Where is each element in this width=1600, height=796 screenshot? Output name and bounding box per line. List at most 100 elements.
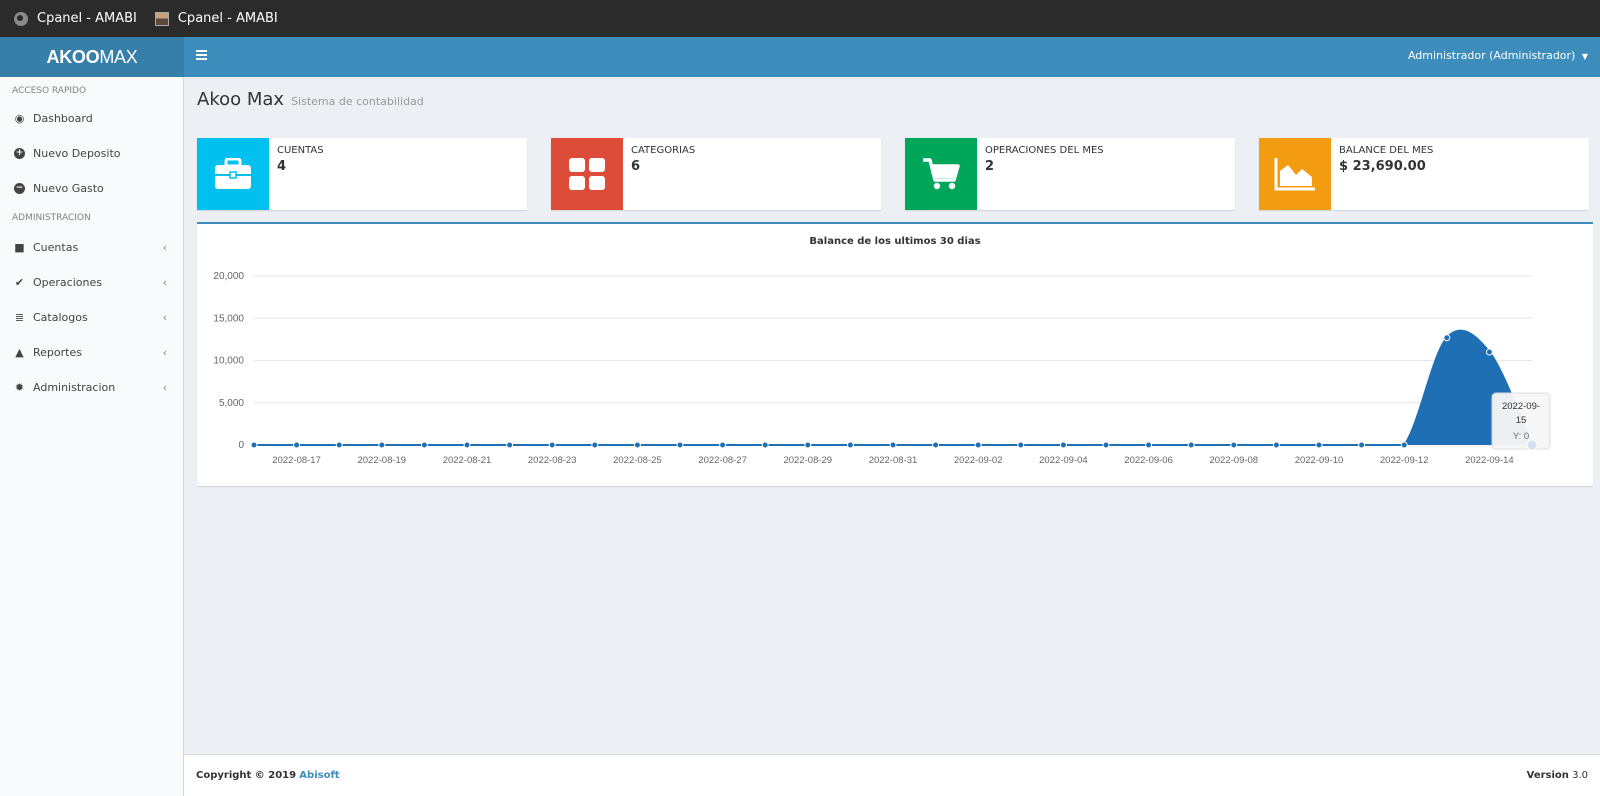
sidebar-item-label: Dashboard: [33, 112, 93, 125]
data-point: [378, 441, 386, 449]
y-tick-label: 0: [238, 440, 244, 451]
gear-icon: ✹: [14, 381, 25, 394]
browser-tab-label: Cpanel - AMABI: [37, 11, 137, 26]
page-title: Akoo Max: [197, 89, 285, 110]
data-point: [974, 441, 982, 449]
series-line: [254, 329, 1533, 446]
x-tick-label: 2022-09-02: [954, 455, 1003, 466]
data-point: [506, 441, 514, 449]
infobox-label: CUENTAS: [277, 145, 324, 156]
logo[interactable]: AKOO MAX: [0, 37, 184, 77]
sidebar-item-label: Catalogos: [33, 311, 88, 324]
data-point: [889, 441, 897, 449]
area-chart-icon: ▲: [15, 346, 24, 359]
data-point: [335, 441, 343, 449]
infobox-value: 6: [631, 159, 641, 174]
y-tick-label: 20,000: [213, 271, 244, 282]
sidebar-section-header: ACCESO RAPIDO: [12, 86, 87, 96]
database-icon: ≣: [14, 311, 25, 324]
sidebar-item-label: Cuentas: [33, 241, 79, 254]
chevron-left-icon: ‹: [162, 346, 167, 359]
area-chart-icon: [1259, 138, 1331, 210]
data-point: [1230, 441, 1238, 449]
browser-tab-bar: Cpanel - AMABI Cpanel - AMABI: [0, 0, 1600, 37]
infobox-value: 4: [277, 159, 287, 174]
data-point: [1017, 441, 1025, 449]
caret-down-icon: ▼: [1581, 52, 1588, 61]
data-point: [293, 441, 301, 449]
x-tick-label: 2022-09-14: [1465, 455, 1514, 466]
browser-tab-label: Cpanel - AMABI: [177, 11, 278, 26]
y-tick-label: 15,000: [213, 313, 244, 324]
user-avatar-icon: [154, 11, 169, 26]
sidebar-item-catalogos[interactable]: ≣ Catalogos ‹: [0, 300, 183, 335]
infobox-value: $ 23,690.00: [1339, 159, 1426, 174]
x-tick-label: 2022-08-31: [869, 455, 918, 466]
version-label: Version: [1526, 770, 1569, 781]
sidebar-item-cuentas[interactable]: ■ Cuentas ‹: [0, 230, 183, 265]
sidebar-section-header: ADMINISTRACION: [12, 213, 91, 223]
hamburger-menu-icon[interactable]: [196, 50, 207, 61]
x-tick-label: 2022-08-27: [698, 455, 747, 466]
minus-circle-icon: −: [14, 183, 25, 194]
data-point: [1272, 441, 1280, 449]
check-icon: ✔: [14, 276, 25, 289]
series-area: [254, 330, 1532, 445]
data-point: [1059, 441, 1067, 449]
data-point: [591, 441, 599, 449]
chevron-left-icon: ‹: [162, 276, 167, 289]
infobox-operaciones[interactable]: OPERACIONES DEL MES 2: [905, 138, 1235, 210]
x-tick-label: 2022-08-25: [613, 455, 662, 466]
sidebar-item-label: Reportes: [33, 346, 82, 359]
user-menu[interactable]: Administrador (Administrador) ▼: [1408, 49, 1588, 62]
page-header: Akoo Max Sistema de contabilidad: [197, 89, 424, 110]
data-point: [1400, 441, 1408, 449]
infobox-value: 2: [985, 159, 995, 174]
infobox-categorias[interactable]: CATEGORIAS 6: [551, 138, 881, 210]
balance-area-chart: 0 5,000 10,000 15,000 20,000 2022-08-17 2022-0…: [213, 271, 1551, 466]
balance-chart-box: Balance de los ultimos 30 dias 0 5,000 10,…: [197, 222, 1593, 486]
infobox-balance[interactable]: BALANCE DEL MES $ 23,690.00: [1259, 138, 1589, 210]
data-point: [846, 441, 854, 449]
data-point: [1443, 334, 1451, 342]
infobox-cuentas[interactable]: CUENTAS 4: [197, 138, 527, 210]
y-tick-label: 10,000: [213, 356, 244, 367]
main-header: AKOO MAX Administrador (Administrador) ▼: [0, 37, 1600, 77]
logo-light-text: MAX: [99, 46, 138, 67]
data-point: [932, 441, 940, 449]
browser-tab[interactable]: Cpanel - AMABI: [14, 11, 137, 26]
sidebar-item-nuevo-deposito[interactable]: + Nuevo Deposito: [0, 136, 183, 171]
chart-title: Balance de los ultimos 30 dias: [809, 236, 981, 247]
version-number: 3.0: [1572, 770, 1588, 781]
data-point: [1315, 441, 1323, 449]
sidebar-item-dashboard[interactable]: ◉ Dashboard: [0, 101, 183, 136]
sidebar-item-label: Administracion: [33, 381, 116, 394]
grid-icon: [551, 138, 623, 210]
sidebar-item-administracion[interactable]: ✹ Administracion ‹: [0, 370, 183, 405]
copyright-text: Copyright © 2019: [196, 770, 297, 781]
plus-circle-icon: +: [14, 148, 25, 159]
page-subtitle: Sistema de contabilidad: [291, 95, 424, 108]
browser-tab[interactable]: Cpanel - AMABI: [154, 11, 278, 26]
cart-icon: [905, 138, 977, 210]
x-tick-label: 2022-08-19: [357, 455, 406, 466]
sidebar-item-label: Nuevo Deposito: [33, 147, 121, 160]
company-link[interactable]: Abisoft: [299, 770, 339, 781]
sidebar-item-reportes[interactable]: ▲ Reportes ‹: [0, 335, 183, 370]
data-point: [676, 441, 684, 449]
data-point: [1187, 441, 1195, 449]
data-point: [420, 441, 428, 449]
footer-version: Version 3.0: [1527, 770, 1588, 781]
chevron-left-icon: ‹: [162, 381, 167, 394]
data-point: [761, 441, 769, 449]
x-tick-label: 2022-09-04: [1039, 455, 1088, 466]
chevron-left-icon: ‹: [162, 241, 167, 254]
sidebar-item-operaciones[interactable]: ✔ Operaciones ‹: [0, 265, 183, 300]
tooltip-value: Y: 0: [1513, 431, 1529, 442]
user-name: Administrador (Administrador): [1407, 49, 1576, 62]
sidebar-item-nuevo-gasto[interactable]: − Nuevo Gasto: [0, 171, 183, 206]
sidebar-item-label: Nuevo Gasto: [33, 182, 104, 195]
data-point: [1358, 441, 1366, 449]
x-tick-label: 2022-09-12: [1380, 455, 1429, 466]
sidebar: ACCESO RAPIDO ◉ Dashboard + Nuevo Deposi…: [0, 77, 184, 796]
